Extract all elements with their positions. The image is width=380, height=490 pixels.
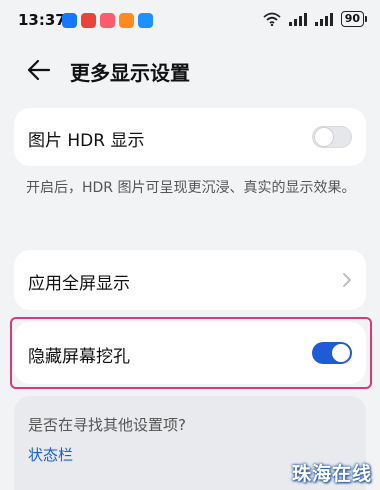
signal-icon <box>288 12 307 26</box>
hdr-toggle[interactable] <box>312 126 352 148</box>
system-icons: 90 <box>263 11 368 27</box>
back-arrow-icon[interactable] <box>24 57 52 83</box>
page-header: 更多显示设置 <box>0 50 380 90</box>
toggle-knob <box>315 127 333 146</box>
suggestion-question: 是否在寻找其他设置项? <box>28 416 186 434</box>
highlight-frame <box>10 317 372 389</box>
alipay-icon <box>62 13 77 28</box>
app-icon-red <box>81 13 96 28</box>
hdr-description: 开启后，HDR 图片可呈现更沉浸、真实的显示效果。 <box>26 180 356 196</box>
hdr-setting-row[interactable]: 图片 HDR 显示 <box>14 108 366 166</box>
hdr-label: 图片 HDR 显示 <box>28 131 145 151</box>
status-time: 13:37 <box>18 11 66 29</box>
chevron-right-icon <box>343 273 351 287</box>
app-icon-pink <box>100 13 115 28</box>
watermark: 珠海在线 <box>291 463 372 485</box>
notification-icons <box>62 13 153 28</box>
suggestion-link-status-bar[interactable]: 状态栏 <box>28 444 73 465</box>
fullscreen-setting-row[interactable]: 应用全屏显示 <box>14 250 366 310</box>
app-icon-blue <box>138 13 153 28</box>
app-icon-orange <box>119 13 134 28</box>
page-title: 更多显示设置 <box>70 61 190 85</box>
signal-icon-2 <box>314 12 333 26</box>
status-bar: 13:37 90 <box>0 0 380 44</box>
fullscreen-label: 应用全屏显示 <box>28 274 130 294</box>
battery-indicator: 90 <box>340 11 368 27</box>
wifi-icon <box>263 12 281 26</box>
